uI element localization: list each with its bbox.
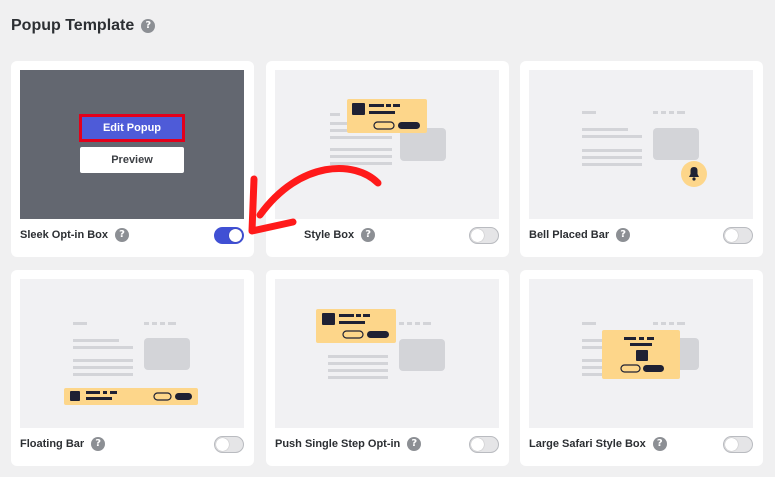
card-label: Large Safari Style Box ? [529, 437, 667, 451]
page-title: Popup Template [11, 17, 135, 34]
template-card-bell-placed-bar[interactable]: Bell Placed Bar ? [520, 61, 763, 257]
card-label: Bell Placed Bar ? [529, 228, 631, 242]
question-icon[interactable]: ? [115, 228, 130, 242]
style-box-illustration [330, 99, 446, 165]
toggle-knob [471, 228, 484, 242]
enable-toggle[interactable] [214, 226, 244, 244]
template-preview [275, 70, 499, 219]
template-preview [20, 279, 244, 428]
enable-toggle[interactable] [469, 226, 499, 244]
card-footer: Style Box ? [275, 224, 499, 246]
template-preview-overlay: Edit Popup Preview [20, 70, 244, 219]
card-name: Large Safari Style Box [529, 438, 646, 450]
question-icon[interactable]: ? [407, 437, 422, 451]
enable-toggle[interactable] [723, 226, 753, 244]
enable-toggle[interactable] [469, 435, 499, 453]
card-footer: Push Single Step Opt-in ? [275, 433, 499, 455]
card-footer: Sleek Opt-in Box ? [20, 224, 244, 246]
enable-toggle[interactable] [214, 435, 244, 453]
question-icon[interactable]: ? [141, 19, 156, 33]
template-card-push-single-step[interactable]: Push Single Step Opt-in ? [266, 270, 509, 466]
safari-box-illustration [582, 322, 699, 379]
card-label: Style Box ? [275, 228, 376, 242]
card-label: Push Single Step Opt-in ? [275, 437, 422, 451]
toggle-knob [229, 228, 242, 242]
template-card-sleek-optin[interactable]: Edit Popup Preview Sleek Opt-in Box ? [11, 61, 254, 257]
floating-bar-illustration [64, 322, 198, 405]
card-footer: Large Safari Style Box ? [529, 433, 753, 455]
template-card-large-safari[interactable]: Large Safari Style Box ? [520, 270, 763, 466]
card-name: Bell Placed Bar [529, 229, 610, 241]
template-preview [529, 279, 753, 428]
push-optin-illustration [316, 309, 445, 379]
card-name: Floating Bar [20, 438, 85, 450]
preview-button[interactable]: Preview [80, 147, 184, 173]
card-name: Style Box [304, 229, 355, 241]
template-card-floating-bar[interactable]: Floating Bar ? [11, 270, 254, 466]
toggle-knob [216, 437, 229, 451]
template-preview [529, 70, 753, 219]
bell-bar-illustration [582, 111, 707, 187]
card-label: Sleek Opt-in Box ? [20, 228, 130, 242]
card-footer: Floating Bar ? [20, 433, 244, 455]
template-preview [275, 279, 499, 428]
toggle-knob [725, 437, 738, 451]
card-label: Floating Bar ? [20, 437, 106, 451]
question-icon[interactable]: ? [616, 228, 631, 242]
template-card-style-box[interactable]: Style Box ? [266, 61, 509, 257]
card-footer: Bell Placed Bar ? [529, 224, 753, 246]
question-icon[interactable]: ? [91, 437, 106, 451]
edit-popup-button[interactable]: Edit Popup [80, 115, 184, 141]
toggle-knob [471, 437, 484, 451]
toggle-knob [725, 228, 738, 242]
question-icon[interactable]: ? [361, 228, 376, 242]
question-icon[interactable]: ? [652, 437, 667, 451]
enable-toggle[interactable] [723, 435, 753, 453]
card-name: Push Single Step Opt-in [275, 438, 401, 450]
card-name: Sleek Opt-in Box [20, 229, 109, 241]
page-header: Popup Template ? [11, 17, 156, 35]
